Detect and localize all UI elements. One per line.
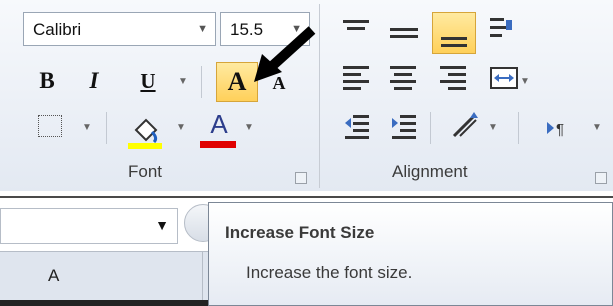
chevron-down-icon[interactable]: ▼ [244,122,254,133]
tooltip-description: Increase the font size. [246,263,413,282]
chevron-down-icon[interactable]: ▼ [488,122,498,133]
divider [518,112,519,144]
align-left-icon[interactable] [343,66,369,94]
align-right-icon[interactable] [440,66,466,94]
underline-button[interactable]: U [134,64,162,98]
alignment-dialog-launcher[interactable] [595,172,607,184]
cell-border [0,300,212,306]
borders-icon[interactable] [38,115,62,137]
divider [202,252,203,301]
bottom-align-button[interactable] [432,12,476,54]
chevron-down-icon[interactable]: ▼ [592,122,602,133]
divider [106,112,107,144]
font-name-value: Calibri [33,20,82,39]
ribbon: Calibri ▼ 15.5 ▼ B I U ▼ A A ▼ ▼ A ▼ Fon… [0,0,613,191]
column-header-label: A [48,266,60,285]
divider [430,112,431,144]
italic-button[interactable]: I [80,64,108,98]
chevron-down-icon[interactable]: ▼ [178,76,188,87]
font-name-combo[interactable]: Calibri ▼ [23,12,216,46]
bold-button[interactable]: B [33,64,61,98]
divider [201,66,202,98]
alignment-group-label: Alignment [392,162,468,181]
group-divider [319,4,320,188]
font-color-button[interactable]: A [202,108,236,140]
chevron-down-icon[interactable]: ▼ [197,23,208,35]
font-group-label: Font [128,162,163,181]
increase-indent-icon[interactable] [390,112,418,140]
column-header-a[interactable]: A [0,251,230,301]
grow-font-glyph: A [227,67,247,96]
font-dialog-launcher[interactable] [295,172,307,184]
top-align-icon[interactable] [343,20,369,34]
chevron-down-icon[interactable]: ▼ [520,76,530,87]
bottom-align-icon [441,37,467,51]
merge-center-icon[interactable] [490,66,518,92]
decrease-indent-icon[interactable] [343,112,371,140]
font-color-glyph: A [210,108,228,139]
wrap-text-icon[interactable] [488,16,516,44]
tooltip-title: Increase Font Size [225,223,375,242]
svg-text:¶: ¶ [556,121,564,138]
orientation-icon[interactable] [450,110,480,140]
chevron-down-icon[interactable]: ▼ [176,122,186,133]
chevron-down-icon[interactable]: ▼ [155,217,169,233]
middle-align-icon[interactable] [390,28,418,42]
tooltip: Increase Font Size Increase the font siz… [208,202,613,306]
fill-color-swatch [128,143,162,149]
text-direction-icon[interactable]: ¶ [545,116,573,140]
name-box[interactable]: ▼ [0,208,178,244]
pointer-arrow-icon [254,26,316,82]
align-center-icon[interactable] [390,66,416,94]
font-color-swatch [200,141,236,148]
fill-color-icon[interactable] [128,110,164,150]
chevron-down-icon[interactable]: ▼ [82,122,92,133]
